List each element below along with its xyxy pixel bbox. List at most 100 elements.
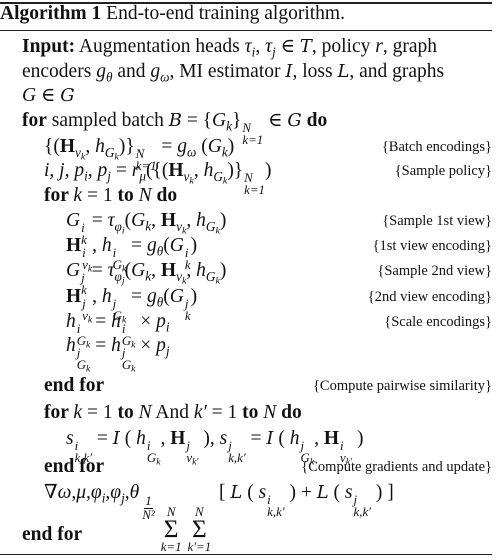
- algorithm-title: Algorithm 1 End-to-end training algorith…: [0, 1, 492, 27]
- bold-matrix: H: [160, 210, 177, 231]
- math-symbol: N: [138, 402, 152, 423]
- text: =: [156, 136, 178, 157]
- math-symbol: G: [131, 260, 146, 281]
- text: =: [110, 160, 132, 181]
- keyword: to: [117, 402, 139, 423]
- text: =: [90, 311, 112, 332]
- text: ,: [87, 160, 98, 181]
- text: ): [190, 286, 198, 307]
- subscript: Gk: [205, 218, 220, 237]
- title-rule: [0, 30, 492, 31]
- math-symbol: s: [258, 482, 267, 503]
- text: = 1: [206, 402, 243, 423]
- text: (: [328, 482, 345, 503]
- bold-matrix: H: [170, 428, 186, 449]
- line-comment: {1st view encoding}: [372, 238, 492, 254]
- math-symbol: ,φ: [105, 482, 122, 503]
- math-symbol: τ: [265, 36, 273, 57]
- text: ,: [186, 210, 197, 231]
- calligraphic-symbol: B: [168, 110, 182, 131]
- algorithm-line: Hj vk, h j Gk = gθ(G j k) {2nd view encoding}: [0, 284, 492, 325]
- line-comment: {Batch encodings}: [381, 139, 492, 155]
- keyword: end for: [22, 524, 83, 545]
- math-symbol: G: [22, 85, 37, 106]
- line-comment: {Compute pairwise similarity}: [312, 378, 492, 394]
- algorithm-line: end for: [0, 522, 492, 548]
- math-symbol: h: [66, 335, 76, 356]
- text: ,: [186, 260, 197, 281]
- subscript: Gk: [213, 168, 228, 187]
- subscript: k,k′: [353, 505, 371, 519]
- text: ×: [135, 335, 157, 356]
- math-symbol: h: [66, 311, 76, 332]
- math-symbol: h: [95, 136, 105, 157]
- math-symbol: h: [101, 286, 112, 307]
- algorithm-line: Gik = τφi(Gk, Hvk, hGk) {Sample 1st view}: [0, 208, 492, 246]
- algorithm-line: Hi vk, h i Gk = gθ(G i k) {1st view encoding}: [0, 233, 492, 274]
- text: (: [242, 482, 259, 503]
- math-symbol: G: [169, 286, 184, 307]
- subscript: Gk: [205, 268, 220, 287]
- keyword: to: [242, 402, 264, 423]
- text: =: [86, 260, 108, 281]
- text: =: [92, 428, 113, 449]
- text: (: [119, 428, 137, 449]
- text: )}: [227, 160, 244, 181]
- subscript: vk: [183, 168, 194, 187]
- math-symbol: g: [147, 235, 157, 256]
- text: ): [219, 210, 227, 231]
- text: , loss: [292, 61, 338, 82]
- math-symbol: τ: [244, 36, 252, 57]
- text: Augmentation heads: [75, 36, 245, 57]
- text: ,: [92, 235, 102, 256]
- text: ,: [151, 210, 161, 231]
- text: ∈: [275, 36, 300, 57]
- text: {(: [44, 136, 60, 157]
- subscript: φi: [114, 218, 125, 237]
- math-symbol: h: [203, 160, 214, 181]
- text: ∈: [36, 85, 61, 106]
- math-symbol: h: [196, 210, 206, 231]
- text: ): [227, 136, 235, 157]
- subscript: vk: [176, 218, 187, 237]
- bold-matrix: H: [59, 136, 76, 157]
- text: =: [126, 235, 147, 256]
- calligraphic-symbol: I: [266, 428, 274, 449]
- text: = 1: [82, 402, 118, 423]
- text: ,: [85, 136, 96, 157]
- bold-matrix: H: [323, 428, 340, 449]
- math-symbol: h: [136, 428, 146, 449]
- keyword: to: [117, 185, 139, 206]
- algorithm-caption: End-to-end training algorithm.: [101, 3, 345, 24]
- math-symbol: p: [97, 160, 108, 181]
- math-symbol: N: [263, 402, 277, 423]
- sub-superscript: j k,k′: [353, 493, 371, 519]
- algorithm-line: h j Gk = h j Gk × pj: [0, 333, 492, 374]
- line-comment: {Compute gradients and update}: [301, 459, 492, 475]
- algorithm-line: for k = 1 to N do: [0, 183, 492, 209]
- text: (: [196, 136, 208, 157]
- subscript: vk: [176, 268, 187, 287]
- text: , and graphs: [349, 61, 445, 82]
- text: and: [112, 61, 151, 82]
- text: ): [190, 235, 198, 256]
- text: ∇: [44, 482, 58, 503]
- bold-matrix: H: [168, 160, 184, 181]
- sub-superscript: i k,k′: [267, 493, 284, 518]
- bottom-rule: [0, 554, 492, 555]
- text: = {: [181, 110, 213, 131]
- text: ): [352, 428, 364, 449]
- calligraphic-symbol: G: [60, 85, 75, 106]
- text: , graph: [382, 36, 438, 57]
- algorithm-line: h i Gk = h i Gk × pi {Scale encodings}: [0, 309, 492, 350]
- algorithm-line: Gjk = τφj(Gk, Hvk, hGk) {Sample 2nd view}: [0, 258, 492, 296]
- math-symbol: s: [66, 428, 74, 449]
- calligraphic-symbol: L: [316, 482, 329, 503]
- math-symbol: g: [147, 286, 157, 307]
- text: ) ]: [370, 482, 394, 503]
- math-symbol: h: [196, 260, 206, 281]
- bold-matrix: H: [66, 235, 82, 256]
- keyword: for: [44, 185, 74, 206]
- text: [: [214, 482, 231, 503]
- text: ,: [92, 286, 102, 307]
